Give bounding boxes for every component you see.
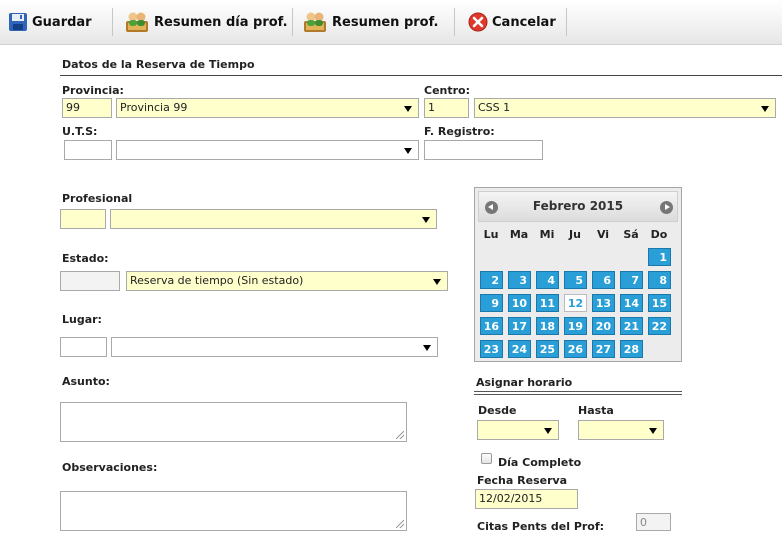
- summary-button-label: Resumen prof.: [332, 14, 439, 30]
- provincia-select[interactable]: Provincia 99: [116, 98, 419, 118]
- estado-code-input[interactable]: [60, 271, 120, 291]
- citas-input: 0: [636, 513, 671, 531]
- weekday-label: Ma: [509, 228, 529, 241]
- users-report-icon: [304, 12, 326, 32]
- calendar-day[interactable]: 27: [592, 340, 615, 358]
- desde-label: Desde: [478, 404, 517, 417]
- profesional-label: Profesional: [62, 192, 133, 205]
- calendar-day[interactable]: 6: [592, 271, 615, 289]
- dia-completo-label: Día Completo: [498, 456, 582, 469]
- toolbar-divider: [566, 8, 567, 36]
- calendar-day[interactable]: 13: [592, 294, 615, 312]
- profesional-code-input[interactable]: [60, 209, 106, 229]
- weekday-label: Lu: [483, 228, 499, 241]
- lugar-select[interactable]: [111, 337, 438, 357]
- estado-label: Estado:: [62, 252, 109, 265]
- calendar-header: Febrero 2015: [478, 191, 678, 222]
- calendar-day[interactable]: 2: [480, 271, 503, 289]
- horario-title: Asignar horario: [476, 376, 573, 389]
- lugar-code-input[interactable]: [60, 337, 107, 357]
- horario-divider: [474, 391, 682, 392]
- calendar-day[interactable]: 11: [536, 294, 559, 312]
- calendar-day[interactable]: 15: [648, 294, 671, 312]
- weekday-label: Mi: [539, 228, 555, 241]
- fregistro-label: F. Registro:: [424, 125, 495, 138]
- dia-completo-checkbox[interactable]: [481, 453, 492, 464]
- lugar-label: Lugar:: [62, 313, 102, 326]
- calendar-day[interactable]: 21: [620, 317, 643, 335]
- calendar-day[interactable]: 18: [536, 317, 559, 335]
- calendar-day[interactable]: 20: [592, 317, 615, 335]
- horario-divider: [474, 394, 682, 395]
- centro-code-input[interactable]: 1: [424, 98, 469, 118]
- summary-day-button[interactable]: Resumen día prof.: [124, 10, 288, 34]
- section-title: Datos de la Reserva de Tiempo: [62, 58, 255, 71]
- estado-select[interactable]: Reserva de tiempo (Sin estado): [126, 271, 448, 291]
- toolbar-divider: [292, 8, 293, 36]
- calendar-day[interactable]: 14: [620, 294, 643, 312]
- uts-select[interactable]: [116, 140, 419, 160]
- toolbar-divider: [112, 8, 113, 36]
- weekday-label: Do: [650, 228, 668, 241]
- uts-code-input[interactable]: [64, 140, 112, 160]
- profesional-select[interactable]: [110, 209, 437, 229]
- asunto-textarea[interactable]: [60, 402, 407, 442]
- calendar-day[interactable]: 16: [480, 317, 503, 335]
- calendar-day[interactable]: 22: [648, 317, 671, 335]
- weekday-label: Sá: [623, 228, 639, 241]
- summary-day-button-label: Resumen día prof.: [154, 14, 288, 30]
- save-button[interactable]: Guardar: [8, 10, 92, 34]
- calendar-day[interactable]: 28: [620, 340, 643, 358]
- section-divider: [60, 75, 782, 76]
- provincia-code-input[interactable]: 99: [62, 98, 112, 118]
- calendar-day[interactable]: 23: [480, 340, 503, 358]
- floppy-disk-icon: [9, 13, 27, 31]
- calendar-day[interactable]: 17: [508, 317, 531, 335]
- calendar-day[interactable]: 19: [564, 317, 587, 335]
- calendar-day[interactable]: 10: [508, 294, 531, 312]
- calendar-title: Febrero 2015: [532, 199, 624, 213]
- centro-label: Centro:: [424, 84, 471, 97]
- save-button-label: Guardar: [32, 14, 92, 30]
- calendar-day-today[interactable]: 12: [564, 294, 587, 312]
- observaciones-label: Observaciones:: [62, 461, 158, 474]
- fregistro-input[interactable]: [424, 140, 543, 160]
- hasta-select[interactable]: [578, 420, 664, 440]
- next-month-icon[interactable]: [660, 201, 673, 214]
- cancel-icon: [468, 12, 488, 32]
- calendar-day[interactable]: 5: [564, 271, 587, 289]
- toolbar: Guardar Resumen día prof. Resumen prof.: [0, 0, 782, 45]
- observaciones-textarea[interactable]: [60, 491, 407, 531]
- calendar-day[interactable]: 25: [536, 340, 559, 358]
- calendar-day[interactable]: 9: [480, 294, 503, 312]
- fecha-reserva-input[interactable]: 12/02/2015: [475, 489, 578, 509]
- centro-select[interactable]: CSS 1: [474, 98, 776, 118]
- calendar-day[interactable]: 26: [564, 340, 587, 358]
- citas-label: Citas Pents del Prof:: [477, 520, 605, 533]
- toolbar-divider: [454, 8, 455, 36]
- resize-grip-icon[interactable]: [396, 520, 404, 528]
- calendar-day[interactable]: 7: [620, 271, 643, 289]
- calendar: Febrero 2015 Lu Ma Mi Ju Vi Sá Do 1 2 3 4 5 6 7 8 9 10 1…: [474, 187, 682, 362]
- calendar-day[interactable]: 4: [536, 271, 559, 289]
- asunto-label: Asunto:: [62, 375, 110, 388]
- resize-grip-icon[interactable]: [396, 431, 404, 439]
- desde-select[interactable]: [477, 420, 559, 440]
- calendar-day[interactable]: 24: [508, 340, 531, 358]
- provincia-label: Provincia:: [62, 84, 124, 97]
- hasta-label: Hasta: [578, 404, 614, 417]
- summary-button[interactable]: Resumen prof.: [302, 10, 439, 34]
- cancel-button[interactable]: Cancelar: [468, 10, 556, 34]
- uts-label: U.T.S:: [62, 125, 98, 138]
- cancel-button-label: Cancelar: [492, 14, 556, 30]
- calendar-day[interactable]: 3: [508, 271, 531, 289]
- weekday-label: Vi: [596, 228, 610, 241]
- weekday-label: Ju: [569, 228, 581, 241]
- fecha-reserva-label: Fecha Reserva: [477, 474, 568, 487]
- calendar-day[interactable]: 1: [648, 248, 671, 266]
- users-report-icon: [126, 12, 148, 32]
- calendar-day[interactable]: 8: [648, 271, 671, 289]
